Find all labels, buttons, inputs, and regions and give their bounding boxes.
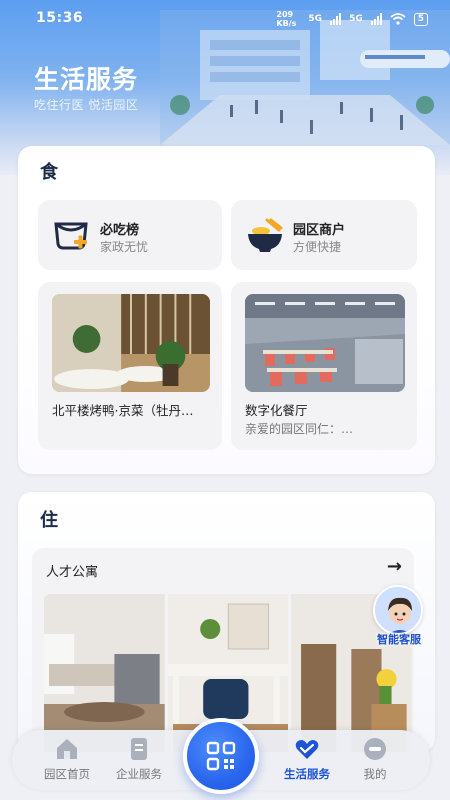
restaurant-card-peking-duck[interactable]: 北平楼烤鸭·京菜（牡丹… [38,282,222,450]
apartment-title: 人才公寓 [46,565,99,580]
nav-item-life-services[interactable]: 生活服务 [272,736,342,786]
qr-scan-icon [206,741,236,771]
heart-hands-icon [295,740,319,759]
apartment-photo [44,594,165,752]
status-bar: 15:36 209 KB/s 5G 5G 5 [0,0,450,36]
nav-label: 园区首页 [44,767,90,781]
assistant-label: 智能客服 [377,633,421,646]
restaurant-name: 数字化餐厅 [245,403,308,418]
tile-subtitle: 家政无忧 [100,240,149,254]
signal-icon-2 [370,13,382,25]
page-subtitle: 吃住行医 悦活园区 [34,98,139,112]
battery-icon: 5 [413,12,428,26]
tile-title: 园区商户 [293,223,346,238]
noodle-bowl-icon [248,218,283,252]
food-section: 食 必吃榜 家政无忧 园区商户 方便快捷 北平楼烤鸭·京菜（牡丹… 数字化餐厅 … [18,146,435,474]
nav-label: 企业服务 [116,767,162,781]
document-icon [131,738,147,760]
nav-label: 生活服务 [284,767,330,781]
smart-assistant[interactable]: 智能客服 [368,585,430,655]
park-merchants-tile[interactable]: 园区商户 方便快捷 [231,200,417,270]
stay-heading: 住 [38,506,60,532]
nav-item-home[interactable]: 园区首页 [32,736,102,786]
nav-label: 我的 [363,767,387,781]
restaurant-name: 北平楼烤鸭·京菜（牡丹… [52,403,194,418]
must-eat-list-tile[interactable]: 必吃榜 家政无忧 [38,200,222,270]
restaurant-desc: 亲爱的园区同仁：… [245,422,354,436]
net-speed: 209 KB/s [276,10,297,28]
assistant-avatar [373,585,423,635]
restaurant-card-digital-canteen[interactable]: 数字化餐厅 亲爱的园区同仁：… [231,282,417,450]
tile-title: 必吃榜 [100,223,140,238]
nav-item-enterprise[interactable]: 企业服务 [104,736,174,786]
profile-icon [364,738,386,760]
page-title: 生活服务 [34,65,139,94]
signal-icon [330,13,342,25]
status-time: 15:36 [36,10,84,26]
canteen-photo [245,294,405,392]
network-label-1: 5G [308,14,323,24]
bowl-plus-icon [54,222,88,250]
network-label-2: 5G [349,14,363,24]
food-heading: 食 [38,158,60,184]
arrow-right-icon[interactable]: → [387,556,402,577]
tile-subtitle: 方便快捷 [293,240,342,254]
home-icon [57,739,77,759]
nav-item-mine[interactable]: 我的 [340,736,410,786]
status-icons: 209 KB/s 5G 5G 5 [276,10,428,28]
scan-qr-button[interactable] [183,718,259,794]
restaurant-photo [52,294,210,392]
wifi-icon [390,13,406,25]
